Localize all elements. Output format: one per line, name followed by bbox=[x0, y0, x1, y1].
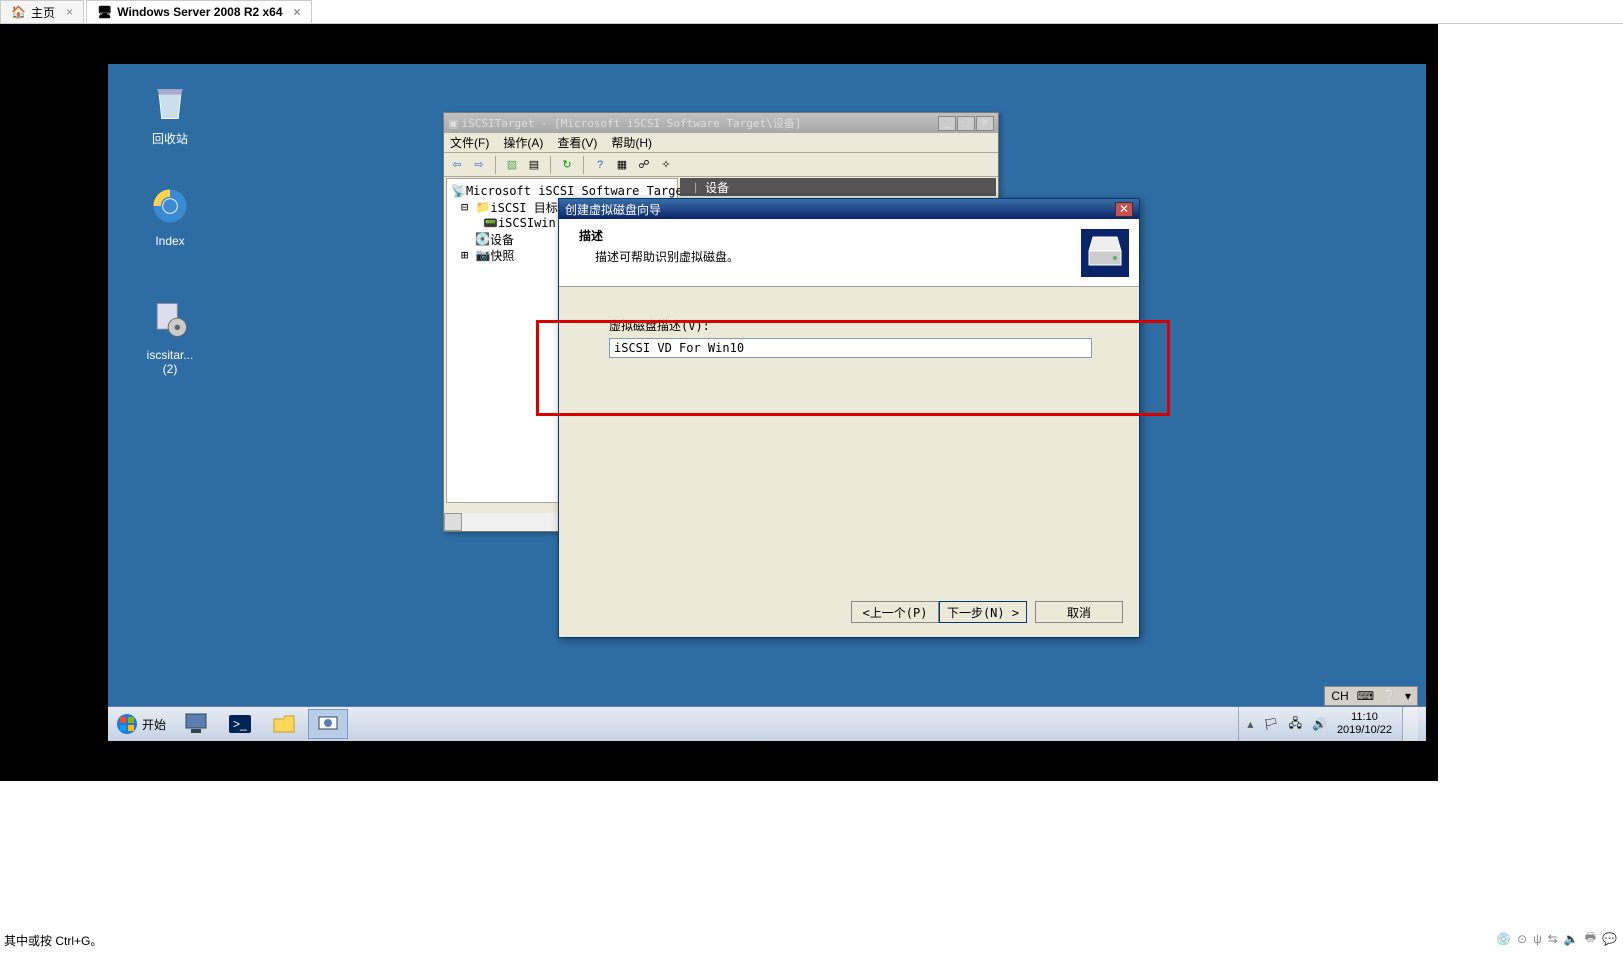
trash-icon bbox=[146, 78, 194, 126]
mmc-menubar: 文件(F) 操作(A) 查看(V) 帮助(H) bbox=[444, 133, 998, 153]
close-button[interactable]: ✕ bbox=[976, 116, 994, 131]
usb-icon[interactable]: ψ bbox=[1533, 932, 1542, 946]
menu-view[interactable]: 查看(V) bbox=[557, 134, 597, 151]
vm-tab-active-label: Windows Server 2008 R2 x64 bbox=[117, 5, 282, 19]
start-label: 开始 bbox=[142, 716, 166, 733]
show-desktop-button[interactable] bbox=[1402, 707, 1418, 741]
clock-time: 11:10 bbox=[1337, 711, 1392, 724]
recycle-bin-icon[interactable]: 回收站 bbox=[132, 78, 208, 147]
wizard-step-title: 描述 bbox=[579, 227, 1051, 244]
vm-tab-home-label: 主页 bbox=[31, 4, 55, 21]
disk-icon bbox=[1081, 229, 1129, 277]
vm-tab-home[interactable]: 🏠 主页 × bbox=[0, 0, 84, 23]
maximize-button[interactable]: □ bbox=[957, 116, 975, 131]
wizard-header: 描述 描述可帮助识别虚拟磁盘。 bbox=[559, 219, 1139, 287]
taskbar: 开始 >_ ▴ 🏳 🖧 🔊 11:10 2019/10/22 bbox=[108, 706, 1426, 741]
vm-tab-bar: 🏠 主页 × 🖥 Windows Server 2008 R2 x64 × bbox=[0, 0, 1623, 24]
tree-root[interactable]: 📡 Microsoft iSCSI Software Target bbox=[451, 183, 673, 199]
desktop-icon-label: 回收站 bbox=[132, 130, 208, 147]
minimize-button[interactable]: _ bbox=[938, 116, 956, 131]
ie-icon bbox=[146, 182, 194, 230]
flag-icon[interactable]: 🏳 bbox=[1263, 717, 1278, 731]
vm-tab-windows-server[interactable]: 🖥 Windows Server 2008 R2 x64 × bbox=[86, 0, 312, 23]
explorer-icon[interactable] bbox=[264, 709, 304, 739]
properties-icon[interactable]: ▦ bbox=[613, 156, 631, 174]
desktop-icon-sublabel: (2) bbox=[132, 362, 208, 376]
export-icon[interactable]: ☍ bbox=[635, 156, 653, 174]
wizard-titlebar[interactable]: 创建虚拟磁盘向导 ✕ bbox=[559, 199, 1139, 219]
app-icon: ▣ bbox=[448, 117, 458, 130]
next-button[interactable]: 下一步(N) > bbox=[939, 601, 1027, 623]
start-button[interactable]: 开始 bbox=[108, 707, 174, 741]
wizard-title-text: 创建虚拟磁盘向导 bbox=[565, 201, 661, 218]
vm-display-frame: 回收站 Index iscsitar... (2) ▣ iSCSITarget … bbox=[0, 24, 1438, 781]
content-tab-label[interactable]: 设备 bbox=[705, 179, 729, 196]
sound-icon[interactable]: 🔈 bbox=[1564, 932, 1579, 946]
options-icon[interactable]: ▾ bbox=[1405, 689, 1411, 703]
mmc-title-text: iSCSITarget - [Microsoft iSCSI Software … bbox=[461, 115, 801, 131]
refresh-icon[interactable]: ↻ bbox=[558, 156, 576, 174]
show-hide-tree-icon[interactable]: ▤ bbox=[525, 156, 543, 174]
network-icon[interactable]: 🖧 bbox=[1289, 714, 1302, 735]
new-icon[interactable]: ✧ bbox=[657, 156, 675, 174]
keyboard-icon[interactable]: ⌨ bbox=[1357, 689, 1374, 703]
help-icon[interactable]: ❔ bbox=[1382, 689, 1397, 703]
mmc-toolbar: ⇦ ⇨ ▧ ▤ ↻ ? ▦ ☍ ✧ bbox=[444, 153, 998, 177]
cdrom-icon[interactable]: ⊙ bbox=[1517, 932, 1527, 946]
forward-icon[interactable]: ⇨ bbox=[470, 156, 488, 174]
up-icon[interactable]: ▧ bbox=[503, 156, 521, 174]
wizard-body: 虚拟磁盘描述(V): bbox=[559, 287, 1139, 388]
installer-icon bbox=[146, 296, 194, 344]
close-button[interactable]: ✕ bbox=[1115, 202, 1133, 217]
menu-help[interactable]: 帮助(H) bbox=[611, 134, 652, 151]
status-hint: 其中或按 Ctrl+G。 bbox=[4, 932, 102, 949]
back-icon[interactable]: ⇦ bbox=[448, 156, 466, 174]
desktop-icon-label: Index bbox=[132, 234, 208, 248]
cancel-button[interactable]: 取消 bbox=[1035, 601, 1123, 623]
printer-icon[interactable]: 🖶 bbox=[1585, 928, 1596, 949]
guest-desktop: 回收站 Index iscsitar... (2) ▣ iSCSITarget … bbox=[108, 64, 1426, 741]
volume-icon[interactable]: 🔊 bbox=[1312, 717, 1327, 731]
message-icon[interactable]: 💬 bbox=[1602, 932, 1617, 946]
vm-icon: 🖥 bbox=[97, 5, 112, 19]
scroll-left-icon[interactable] bbox=[444, 513, 462, 531]
home-icon: 🏠 bbox=[11, 5, 26, 19]
menu-file[interactable]: 文件(F) bbox=[450, 134, 489, 151]
server-manager-icon[interactable] bbox=[176, 709, 216, 739]
clock-date: 2019/10/22 bbox=[1337, 724, 1392, 737]
create-vdisk-wizard: 创建虚拟磁盘向导 ✕ 描述 描述可帮助识别虚拟磁盘。 虚拟磁盘描述(V): bbox=[558, 198, 1140, 638]
tray-expand-icon[interactable]: ▴ bbox=[1247, 717, 1253, 731]
mmc-content-header: | 设备 bbox=[680, 178, 996, 196]
language-bar[interactable]: CH ⌨ ❔ ▾ bbox=[1324, 686, 1418, 706]
network-adapter-icon[interactable]: ⇆ bbox=[1548, 932, 1558, 946]
iscsi-target-icon[interactable]: iscsitar... (2) bbox=[132, 296, 208, 376]
back-button[interactable]: <上一个(P) bbox=[851, 601, 939, 623]
desktop-icon-label: iscsitar... bbox=[132, 348, 208, 362]
wizard-button-row: <上一个(P) 下一步(N) > 取消 bbox=[851, 601, 1123, 623]
mmc-titlebar[interactable]: ▣ iSCSITarget - [Microsoft iSCSI Softwar… bbox=[444, 113, 998, 133]
iscsi-target-task-icon[interactable] bbox=[308, 709, 348, 739]
wizard-step-subtitle: 描述可帮助识别虚拟磁盘。 bbox=[579, 248, 1051, 265]
clock[interactable]: 11:10 2019/10/22 bbox=[1337, 711, 1392, 737]
powershell-icon[interactable]: >_ bbox=[220, 709, 260, 739]
host-status-icons: 💿 ⊙ ψ ⇆ 🔈 🖶 💬 bbox=[1496, 928, 1617, 949]
close-icon[interactable]: × bbox=[294, 5, 301, 19]
close-icon[interactable]: × bbox=[66, 5, 73, 19]
disk-activity-icon[interactable]: 💿 bbox=[1496, 932, 1511, 946]
vdisk-description-label: 虚拟磁盘描述(V): bbox=[609, 317, 1089, 334]
host-status-area: 其中或按 Ctrl+G。 💿 ⊙ ψ ⇆ 🔈 🖶 💬 bbox=[0, 781, 1623, 953]
windows-logo-icon bbox=[116, 713, 138, 735]
ime-indicator[interactable]: CH bbox=[1331, 689, 1348, 703]
internet-explorer-icon[interactable]: Index bbox=[132, 182, 208, 248]
help-icon[interactable]: ? bbox=[591, 156, 609, 174]
menu-action[interactable]: 操作(A) bbox=[503, 134, 543, 151]
system-tray: ▴ 🏳 🖧 🔊 11:10 2019/10/22 bbox=[1238, 707, 1426, 741]
svg-text:>_: >_ bbox=[233, 717, 247, 731]
vdisk-description-input[interactable] bbox=[609, 338, 1092, 358]
